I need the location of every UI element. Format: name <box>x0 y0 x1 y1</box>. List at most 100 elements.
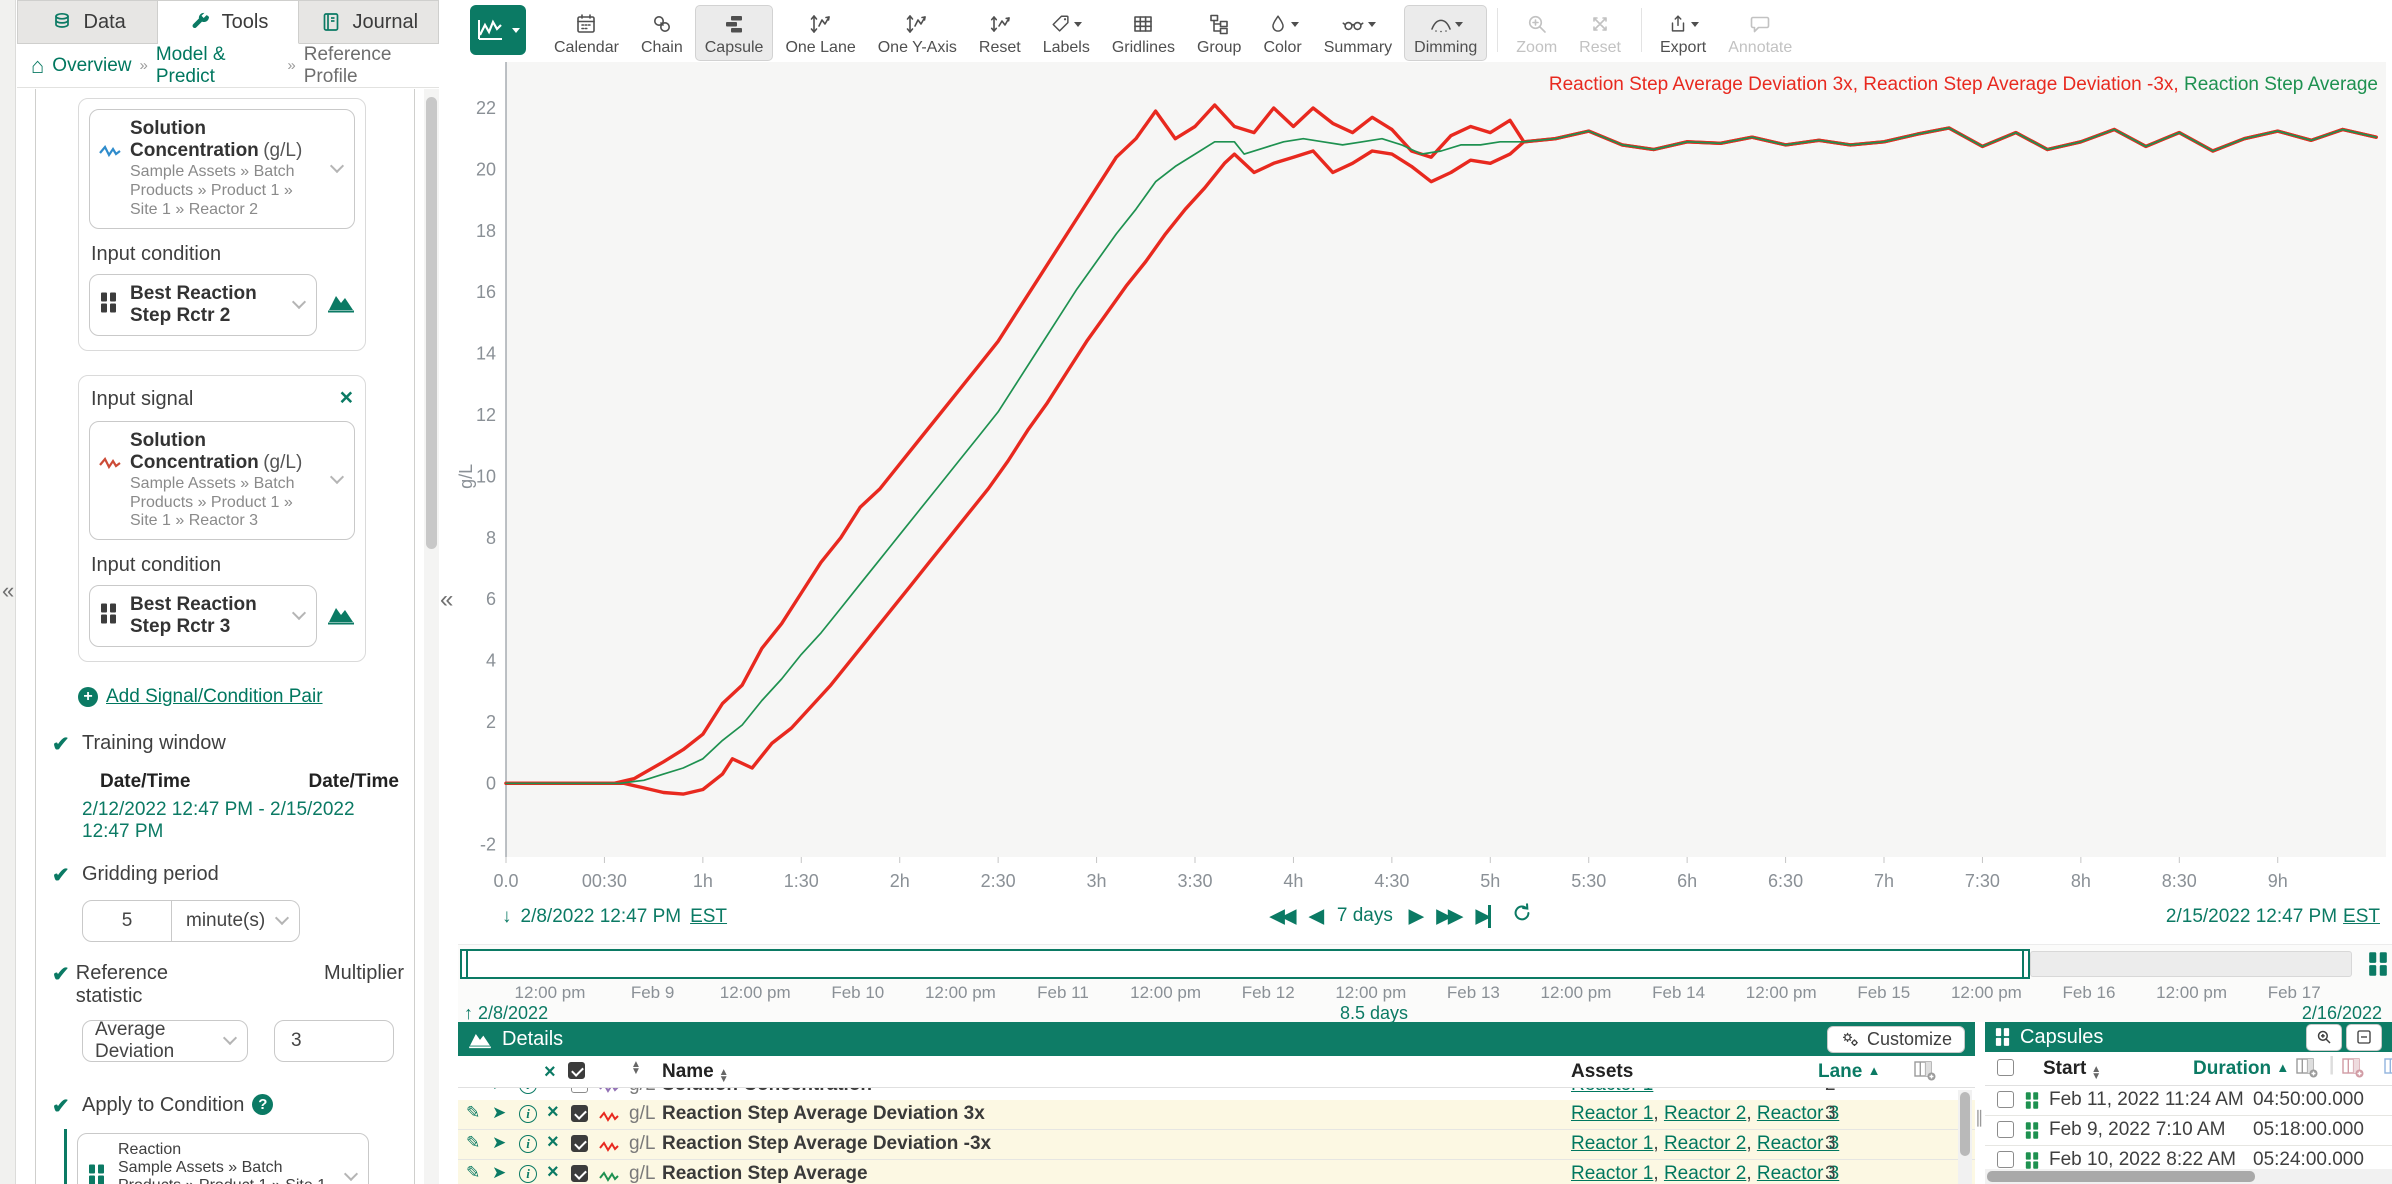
asset-link[interactable]: Reactor 2 <box>1664 1163 1746 1184</box>
panel-divider[interactable]: ∥ <box>1975 1022 1985 1184</box>
preview-chart-button[interactable] <box>327 602 355 631</box>
duration-column-header[interactable]: Duration ▲ <box>2193 1058 2289 1080</box>
tab-journal[interactable]: Journal <box>299 0 439 44</box>
duration-range-label[interactable]: 7 days <box>1337 905 1393 927</box>
edit-icon[interactable]: ✎ <box>466 1088 480 1094</box>
navigate-icon[interactable]: ➤ <box>492 1103 506 1123</box>
row-checkbox[interactable] <box>1997 1091 2014 1108</box>
breadcrumb-model-predict[interactable]: Model & Predict <box>156 44 280 88</box>
collapse-panel-button[interactable] <box>2346 1024 2382 1051</box>
toolbar-button-calendar[interactable]: Calendar <box>544 5 629 61</box>
row-checkbox[interactable] <box>571 1165 588 1182</box>
input-condition-select-1[interactable]: Best Reaction Step Rctr 2 <box>89 274 317 336</box>
assets-column-header[interactable]: Assets <box>1571 1061 1633 1083</box>
edit-icon[interactable]: ✎ <box>466 1133 480 1153</box>
input-condition-select-2[interactable]: Best Reaction Step Rctr 3 <box>89 585 317 647</box>
table-row[interactable]: ✎ ➤ i × g/L Reaction Step Average Deviat… <box>458 1100 1975 1130</box>
remove-icon[interactable]: × <box>547 1088 559 1095</box>
remove-icon[interactable]: × <box>547 1101 559 1124</box>
toolbar-button-labels[interactable]: Labels <box>1033 5 1100 61</box>
toolbar-button-gridlines[interactable]: Gridlines <box>1102 5 1185 61</box>
preview-chart-button[interactable] <box>327 290 355 319</box>
step-back-icon[interactable]: ◀ <box>1309 905 1321 928</box>
toolbar-button-one-lane[interactable]: One Lane <box>775 5 865 61</box>
training-start-value[interactable]: 2/12/2022 12:47 PM <box>82 799 253 820</box>
sort-icon[interactable]: ▲▼ <box>631 1061 641 1075</box>
info-icon[interactable]: i <box>519 1105 537 1123</box>
add-column-icon[interactable] <box>2295 1057 2319 1085</box>
capsule-row[interactable]: Feb 11, 2022 11:24 AM 04:50:00.000 <box>1985 1086 2392 1116</box>
remove-pair-icon[interactable]: × <box>340 388 353 411</box>
asset-link[interactable]: Reactor 1 <box>1571 1163 1653 1184</box>
toolbar-button-reset-axis[interactable]: Reset <box>969 5 1031 61</box>
add-condition-column-icon[interactable] <box>2341 1057 2365 1085</box>
input-signal-select-1[interactable]: Solution Concentration (g/L) Sample Asse… <box>89 109 355 229</box>
trend-chart[interactable]: Reaction Step Average Deviation 3x, Reac… <box>458 62 2392 898</box>
tab-data[interactable]: Data <box>17 0 158 44</box>
timeline-selection[interactable] <box>460 949 2030 979</box>
apply-condition-select[interactable]: Reaction Sample Assets » Batch Products … <box>77 1133 369 1184</box>
remove-icon[interactable]: × <box>547 1161 559 1184</box>
asset-link[interactable]: Reactor 1 <box>1571 1088 1653 1095</box>
add-signal-column-icon[interactable] <box>2383 1057 2392 1085</box>
toolbar-button-zoom[interactable]: Zoom <box>1506 5 1567 61</box>
row-checkbox[interactable] <box>571 1088 588 1093</box>
gridding-value-input[interactable] <box>82 900 172 942</box>
asset-link[interactable]: Reactor 2 <box>1664 1133 1746 1154</box>
capsule-time-icon[interactable] <box>2368 951 2388 982</box>
asset-link[interactable]: Reactor 1 <box>1571 1103 1653 1124</box>
row-checkbox[interactable] <box>571 1105 588 1122</box>
multiplier-input[interactable] <box>274 1020 394 1062</box>
edit-icon[interactable]: ✎ <box>466 1163 480 1183</box>
navigate-icon[interactable]: ➤ <box>492 1088 506 1094</box>
breadcrumb-overview[interactable]: Overview <box>52 55 131 77</box>
collapse-panel-icon[interactable]: « <box>440 586 453 614</box>
asset-link[interactable]: Reactor 1 <box>1571 1133 1653 1154</box>
edit-icon[interactable]: ✎ <box>466 1103 480 1123</box>
asset-link[interactable]: Reactor 2 <box>1664 1103 1746 1124</box>
reference-statistic-select[interactable]: Average Deviation <box>82 1020 248 1062</box>
toolbar-button-color[interactable]: Color <box>1253 5 1311 61</box>
row-checkbox[interactable] <box>1997 1151 2014 1168</box>
table-row[interactable]: ✎ ➤ i × g/L Reaction Step Average Reacto… <box>458 1160 1975 1184</box>
step-forward-icon[interactable]: ▶ <box>1409 905 1421 928</box>
select-all-checkbox[interactable] <box>568 1062 585 1079</box>
refresh-icon[interactable] <box>1511 902 1533 930</box>
toolbar-button-capsule[interactable]: Capsule <box>695 5 774 61</box>
capsule-row[interactable]: Feb 9, 2022 7:10 AM 05:18:00.000 <box>1985 1116 2392 1146</box>
arrow-up-icon[interactable]: ↑ <box>464 1003 473 1023</box>
select-all-checkbox[interactable] <box>1997 1059 2014 1076</box>
step-to-end-icon[interactable]: ▶ <box>1476 905 1492 928</box>
step-forward-fast-icon[interactable]: ▶▶ <box>1436 905 1459 928</box>
trend-view-button[interactable] <box>470 5 526 55</box>
arrow-down-icon[interactable]: ↓ <box>502 906 512 928</box>
row-checkbox[interactable] <box>571 1135 588 1152</box>
display-end-date[interactable]: 2/15/2022 12:47 PM <box>2166 906 2337 928</box>
navigate-icon[interactable]: ➤ <box>492 1133 506 1153</box>
selection-left-handle[interactable] <box>460 949 468 979</box>
zoom-to-capsule-button[interactable] <box>2306 1024 2342 1051</box>
toolbar-button-group[interactable]: Group <box>1187 5 1251 61</box>
input-signal-select-2[interactable]: Solution Concentration (g/L) Sample Asse… <box>89 421 355 541</box>
start-column-header[interactable]: Start▲▼ <box>2043 1058 2101 1080</box>
toolbar-button-dimming[interactable]: Dimming <box>1404 5 1487 61</box>
toolbar-button-summary[interactable]: Summary <box>1314 5 1402 61</box>
row-checkbox[interactable] <box>1997 1121 2014 1138</box>
tab-tools[interactable]: Tools <box>158 0 298 44</box>
lane-column-header[interactable]: Lane ▲ <box>1818 1061 1881 1083</box>
add-column-icon[interactable] <box>1913 1060 1937 1088</box>
info-icon[interactable]: i <box>519 1165 537 1183</box>
remove-icon[interactable]: × <box>547 1131 559 1154</box>
toolbar-button-annotate[interactable]: Annotate <box>1718 5 1802 61</box>
details-scrollbar[interactable] <box>1958 1090 1972 1184</box>
home-icon[interactable]: ⌂ <box>31 53 44 79</box>
toolbar-button-chain[interactable]: Chain <box>631 5 693 61</box>
capsules-scrollbar[interactable] <box>1985 1169 2392 1184</box>
info-icon[interactable]: i <box>519 1135 537 1153</box>
selection-right-handle[interactable] <box>2022 949 2030 979</box>
remove-all-icon[interactable]: × <box>544 1061 556 1084</box>
timeline-track[interactable] <box>2030 951 2352 977</box>
display-start-date[interactable]: 2/8/2022 12:47 PM <box>521 906 682 928</box>
timeline-end-date[interactable]: 2/16/2022 <box>2302 1003 2382 1024</box>
tool-panel-scrollbar[interactable] <box>424 89 439 1184</box>
